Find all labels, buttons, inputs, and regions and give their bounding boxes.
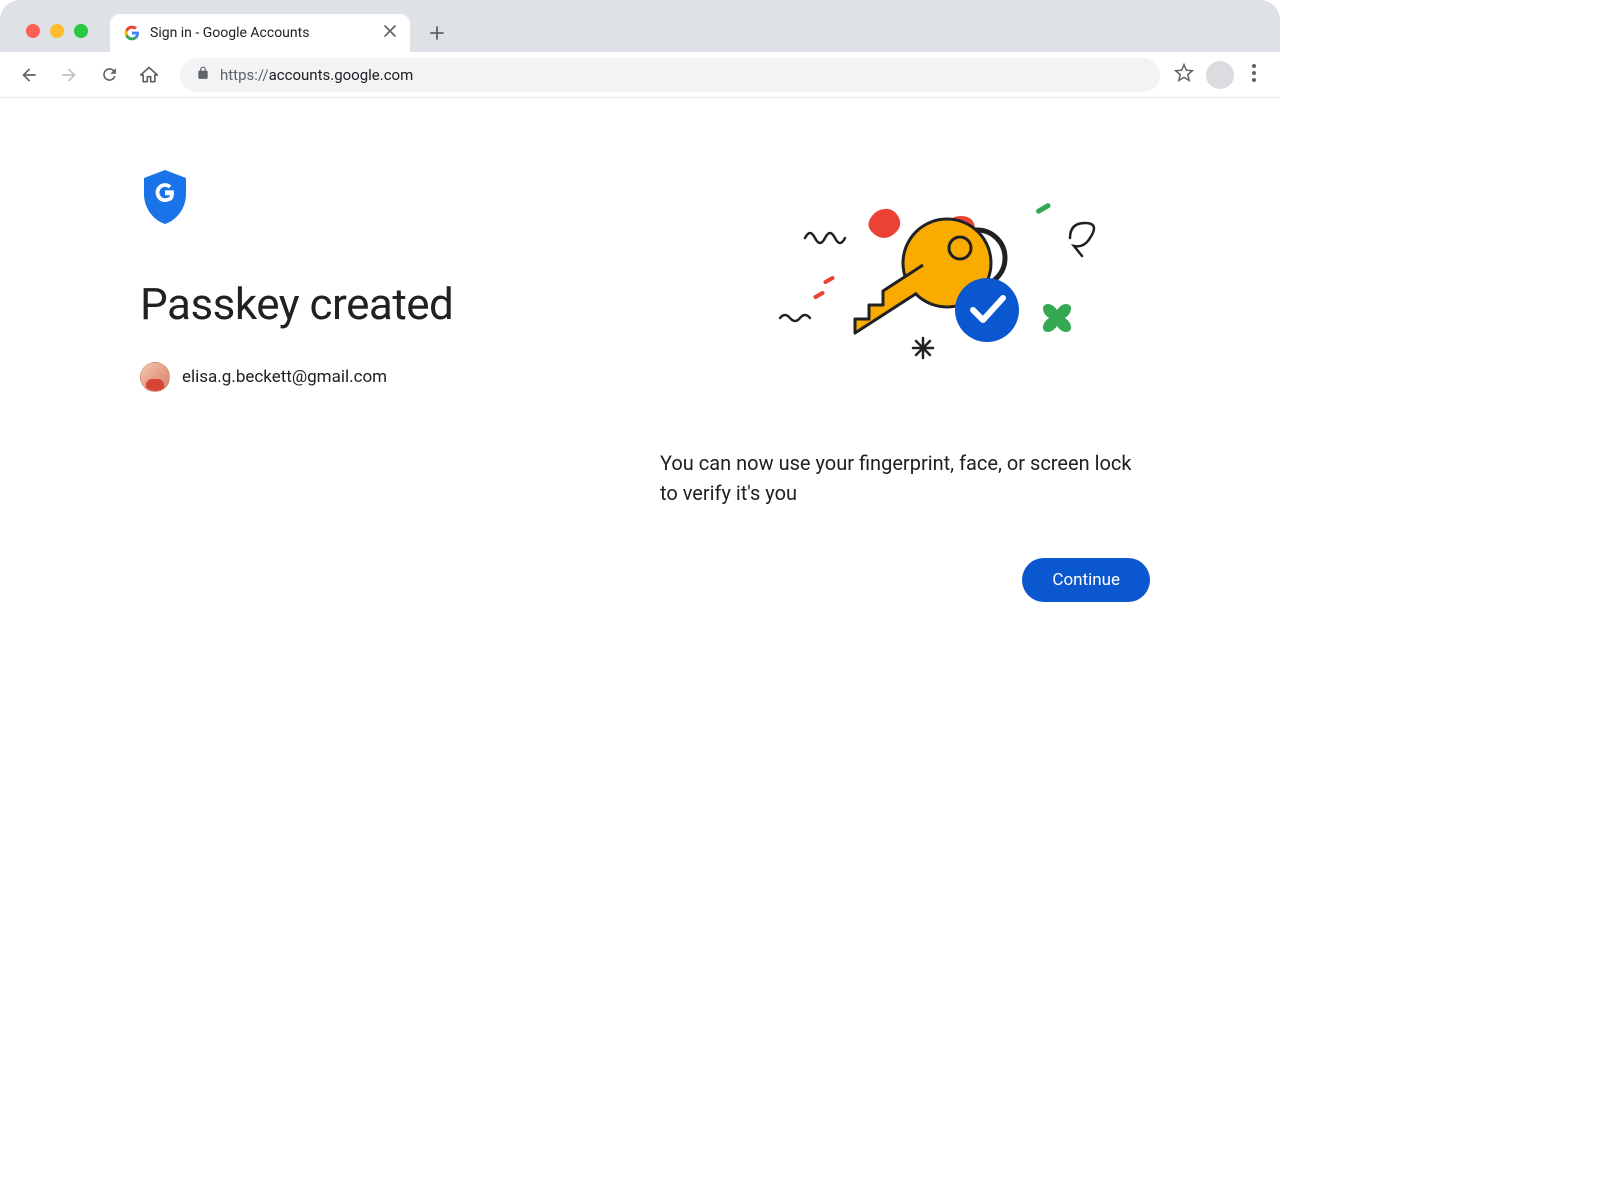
browser-toolbar: https://accounts.google.com (0, 52, 1280, 98)
bookmark-star-button[interactable] (1174, 63, 1194, 87)
account-email: elisa.g.beckett@gmail.com (182, 367, 387, 387)
address-bar[interactable]: https://accounts.google.com (180, 58, 1160, 92)
page-content: Passkey created elisa.g.beckett@gmail.co… (0, 98, 1280, 602)
google-favicon (124, 25, 140, 41)
continue-button[interactable]: Continue (1022, 558, 1150, 602)
tab-close-button[interactable] (384, 25, 396, 41)
actions-row: Continue (660, 558, 1150, 602)
browser-tab-strip: Sign in - Google Accounts (0, 0, 1280, 52)
nav-reload-button[interactable] (92, 58, 126, 92)
page-heading: Passkey created (140, 278, 620, 330)
account-avatar (140, 362, 170, 392)
tab-title: Sign in - Google Accounts (150, 25, 374, 41)
nav-back-button[interactable] (12, 58, 46, 92)
lock-icon (196, 66, 210, 84)
google-shield-logo (140, 168, 620, 230)
window-maximize-button[interactable] (74, 24, 88, 38)
nav-home-button[interactable] (132, 58, 166, 92)
profile-avatar-button[interactable] (1206, 61, 1234, 89)
body-text: You can now use your fingerprint, face, … (660, 448, 1150, 508)
window-minimize-button[interactable] (50, 24, 64, 38)
window-controls (26, 24, 88, 38)
url-text: https://accounts.google.com (220, 66, 413, 84)
passkey-illustration (695, 188, 1115, 398)
nav-forward-button[interactable] (52, 58, 86, 92)
new-tab-button[interactable] (422, 18, 452, 48)
browser-tab[interactable]: Sign in - Google Accounts (110, 14, 410, 52)
window-close-button[interactable] (26, 24, 40, 38)
account-chip[interactable]: elisa.g.beckett@gmail.com (140, 362, 620, 392)
browser-menu-button[interactable] (1246, 64, 1262, 86)
